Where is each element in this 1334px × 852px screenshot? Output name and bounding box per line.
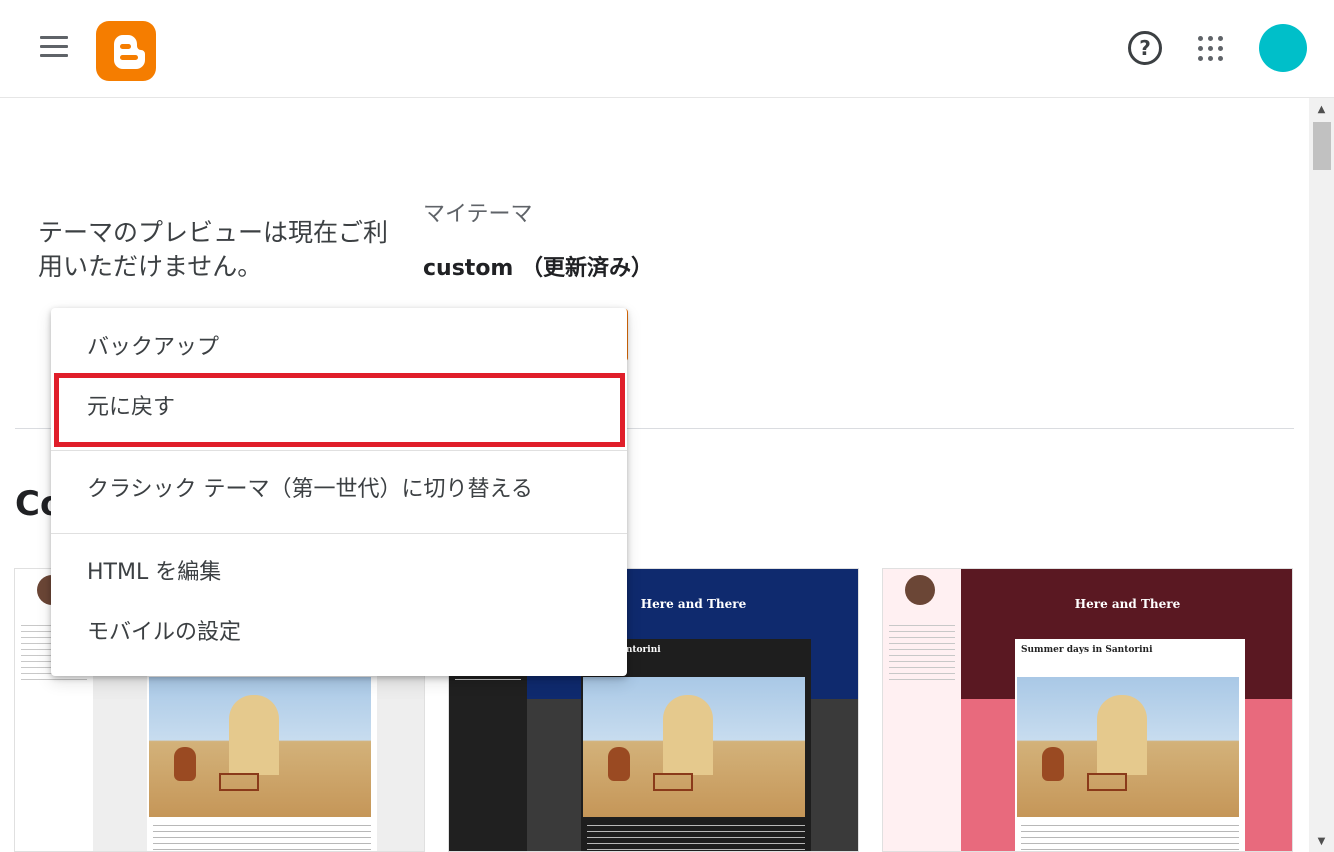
account-avatar[interactable] <box>1259 24 1307 72</box>
my-theme-label: マイテーマ <box>423 202 533 227</box>
card-image-pot <box>1042 747 1064 781</box>
card-image-pot <box>608 747 630 781</box>
current-theme-name: custom （更新済み） <box>423 256 654 281</box>
card-post-text <box>1021 825 1239 851</box>
theme-options-menu: バックアップ 元に戻す クラシック テーマ（第一世代）に切り替える HTML を… <box>51 308 627 676</box>
card-post-image <box>149 677 371 817</box>
card-author-avatar <box>905 575 935 605</box>
help-circle-icon[interactable]: ? <box>1128 31 1162 65</box>
card-image-pot <box>174 747 196 781</box>
card-post-text <box>587 825 805 851</box>
hamburger-menu-icon[interactable] <box>38 36 70 62</box>
card-image-tower <box>229 695 279 775</box>
apps-grid-icon[interactable] <box>1198 36 1224 62</box>
card-image-tower <box>663 695 713 775</box>
menu-item-revert[interactable]: 元に戻す <box>51 380 627 436</box>
menu-separator <box>51 533 627 534</box>
menu-item-switch-classic-theme[interactable]: クラシック テーマ（第一世代）に切り替える <box>51 462 627 518</box>
preview-unavailable-message: テーマのプレビューは現在ご利用いただけません。 <box>38 218 389 281</box>
menu-item-edit-html[interactable]: HTML を編集 <box>51 545 627 601</box>
card-blog-title: Here and There <box>1074 597 1181 611</box>
blogger-theme-page: ? ▲ ▼ テーマのプレビューは現在ご利用いただけません。 マイテーマ cust… <box>0 0 1334 852</box>
menu-separator <box>51 450 627 451</box>
card-image-railing <box>219 773 259 791</box>
theme-card-contempo-rose[interactable]: Here and There Summer days in Santorini <box>882 568 1293 852</box>
card-image-railing <box>1087 773 1127 791</box>
top-app-bar: ? <box>0 0 1334 98</box>
card-image-railing <box>653 773 693 791</box>
scroll-down-arrow-icon[interactable]: ▼ <box>1309 832 1334 852</box>
card-sidebar-text <box>889 625 955 685</box>
menu-item-mobile-settings[interactable]: モバイルの設定 <box>51 605 627 661</box>
menu-item-backup[interactable]: バックアップ <box>51 320 627 376</box>
vertical-scrollbar[interactable]: ▲ ▼ <box>1309 98 1334 852</box>
card-post-text <box>153 825 371 851</box>
card-post-image <box>1017 677 1239 817</box>
card-image-tower <box>1097 695 1147 775</box>
card-post-title: Summer days in Santorini <box>1021 645 1153 655</box>
blogger-logo-icon[interactable] <box>96 21 156 81</box>
card-sidebar <box>883 569 961 851</box>
scrollbar-thumb[interactable] <box>1313 122 1331 170</box>
scroll-up-arrow-icon[interactable]: ▲ <box>1309 100 1334 120</box>
card-post-image <box>583 677 805 817</box>
